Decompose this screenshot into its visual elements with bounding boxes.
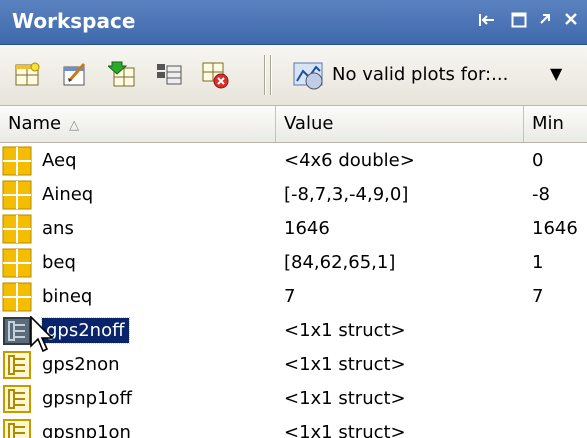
undock-arrow-button[interactable] (532, 8, 558, 34)
column-header-name[interactable]: Name △ (0, 106, 276, 142)
table-row[interactable]: bineq 7 7 (0, 280, 587, 314)
window-title: Workspace (12, 9, 136, 33)
delete-icon[interactable] (200, 60, 232, 90)
title-bar: Workspace (0, 0, 587, 45)
table-row[interactable]: gps2noff <1x1 struct> (0, 314, 587, 348)
variable-name: Aineq (42, 184, 94, 205)
matrix-icon (2, 180, 32, 210)
struct-icon (2, 384, 32, 414)
variable-value: <4x6 double> (284, 150, 415, 171)
variable-name: Aeq (42, 150, 77, 171)
maximize-button[interactable] (506, 8, 532, 34)
variable-value: [-8,7,3,-4,9,0] (284, 184, 409, 205)
variable-value: <1x1 struct> (284, 354, 406, 375)
plot-icon (292, 57, 328, 93)
matrix-icon (2, 146, 32, 176)
variable-value: 7 (284, 286, 296, 307)
column-header-value[interactable]: Value (276, 106, 524, 142)
struct-icon (2, 418, 32, 438)
variable-min: 1 (532, 252, 544, 273)
save-icon[interactable] (154, 60, 186, 90)
table-row[interactable]: gps2non <1x1 struct> (0, 348, 587, 382)
matrix-icon (2, 282, 32, 312)
undock-button[interactable] (474, 8, 500, 34)
variable-value: <1x1 struct> (284, 422, 406, 438)
struct-icon (2, 350, 32, 380)
variable-min: 7 (532, 286, 544, 307)
table-row[interactable]: beq [84,62,65,1] 1 (0, 246, 587, 280)
variable-min: -8 (532, 184, 550, 205)
workspace-window: { "window": { "title": "Workspace", "but… (0, 0, 587, 438)
struct-icon (2, 316, 32, 346)
table-header: Name △ Value Min (0, 106, 587, 143)
sort-ascending-icon: △ (69, 118, 80, 133)
table-row[interactable]: gpsnp1on <1x1 struct> (0, 416, 587, 438)
variable-min: 0 (532, 150, 544, 171)
toolbar: No valid plots for:... ▼ (0, 45, 587, 106)
variable-name: beq (42, 252, 76, 273)
matrix-icon (2, 214, 32, 244)
toolbar-separator (270, 55, 272, 95)
variable-name: ans (42, 218, 74, 239)
variable-min: 1646 (532, 218, 578, 239)
variable-value: 1646 (284, 218, 330, 239)
variable-value: <1x1 struct> (284, 320, 406, 341)
plot-selector-label: No valid plots for:... (332, 64, 509, 85)
close-button[interactable] (558, 8, 584, 34)
chevron-down-icon: ▼ (550, 64, 563, 83)
open-selection-icon[interactable] (60, 60, 92, 90)
table-row[interactable]: gpsnp1off <1x1 struct> (0, 382, 587, 416)
variable-value: <1x1 struct> (284, 388, 406, 409)
variable-name: gpsnp1on (42, 422, 131, 438)
table-row[interactable]: Aeq <4x6 double> 0 (0, 144, 587, 178)
plot-selector-dropdown[interactable]: No valid plots for:... ▼ (288, 55, 578, 95)
load-data-icon[interactable] (106, 60, 140, 90)
toolbar-separator (264, 55, 266, 95)
table-row[interactable]: ans 1646 1646 (0, 212, 587, 246)
matrix-icon (2, 248, 32, 278)
variable-value: [84,62,65,1] (284, 252, 396, 273)
table-row[interactable]: Aineq [-8,7,3,-4,9,0] -8 (0, 178, 587, 212)
new-variable-icon[interactable] (12, 60, 44, 90)
variable-name: gpsnp1off (42, 388, 132, 409)
variable-name: bineq (42, 286, 93, 307)
column-header-min[interactable]: Min (524, 106, 587, 142)
mouse-cursor-icon (30, 315, 56, 356)
